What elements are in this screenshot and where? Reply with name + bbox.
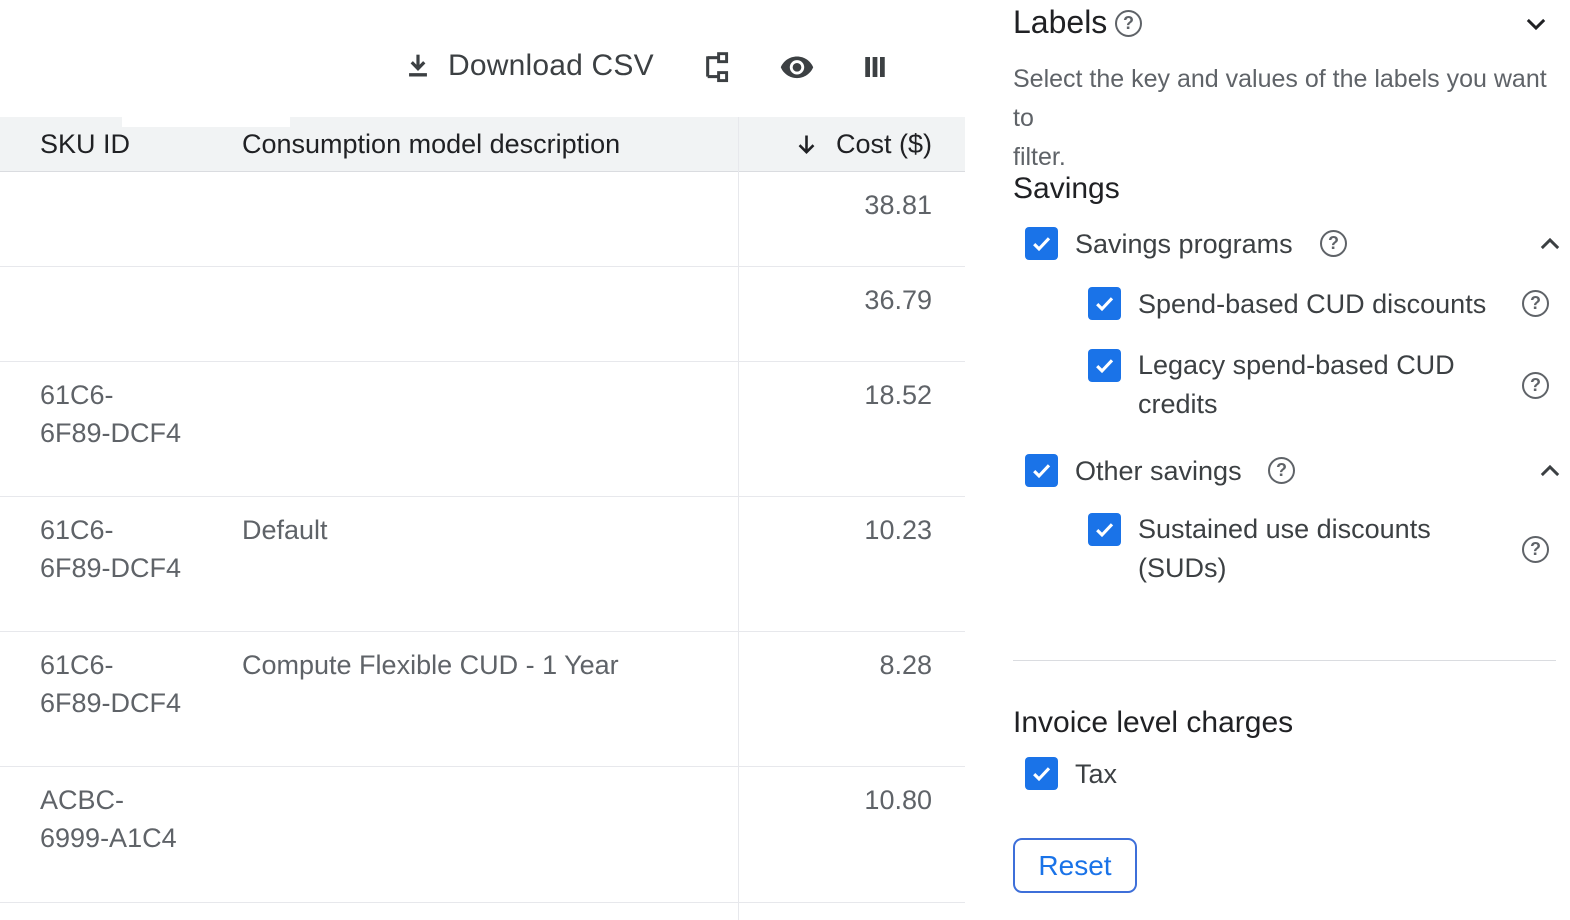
column-header-description[interactable]: Consumption model description xyxy=(242,117,620,171)
check-icon xyxy=(1029,458,1054,483)
table-row: 36.79 xyxy=(0,267,965,362)
other-savings-collapse-chevron-up-icon[interactable] xyxy=(1536,457,1564,485)
table-row: 61C6- 6F89-DCF4 18.52 xyxy=(0,362,965,497)
panel-divider xyxy=(1013,660,1556,661)
tax-checkbox[interactable] xyxy=(1025,757,1058,790)
savings-programs-checkbox[interactable] xyxy=(1025,227,1058,260)
other-savings-help-icon[interactable] xyxy=(1268,457,1295,484)
other-savings-label: Other savings xyxy=(1075,455,1242,488)
column-header-cost-label: Cost ($) xyxy=(836,117,932,171)
cost-cell: 38.81 xyxy=(864,186,932,224)
sku-id-cell: 61C6- 6F89-DCF4 xyxy=(40,511,181,587)
labels-subtitle: Select the key and values of the labels … xyxy=(1013,60,1553,177)
labels-collapse-chevron-down-icon[interactable] xyxy=(1522,10,1550,38)
table-row: 38.81 xyxy=(0,172,965,267)
visibility-icon xyxy=(779,49,815,85)
sku-id-cell: 61C6- 6F89-DCF4 xyxy=(40,376,181,452)
cost-cell: 10.80 xyxy=(864,781,932,819)
legacy-cud-credits-checkbox[interactable] xyxy=(1088,349,1121,382)
sku-id-cell: 61C6- 6F89-DCF4 xyxy=(40,646,181,722)
cost-table-section: Download CSV xyxy=(0,0,965,920)
description-cell: Compute Flexible CUD - 1 Year xyxy=(242,646,619,684)
reset-button[interactable]: Reset xyxy=(1013,838,1137,893)
labels-filter-panel: Labels Select the key and values of the … xyxy=(1013,0,1570,920)
check-icon xyxy=(1092,353,1117,378)
spend-based-cud-help-icon[interactable] xyxy=(1522,290,1549,317)
tax-label: Tax xyxy=(1075,758,1117,791)
sustained-use-discounts-checkbox[interactable] xyxy=(1088,513,1121,546)
savings-programs-collapse-chevron-up-icon[interactable] xyxy=(1536,230,1564,258)
table-body: 38.81 36.79 61C6- 6F89-DCF4 18.52 61C6- … xyxy=(0,172,965,920)
description-cell: Default xyxy=(242,511,328,549)
spend-based-cud-label: Spend-based CUD discounts xyxy=(1138,288,1486,321)
cost-column-divider xyxy=(738,117,739,920)
savings-programs-label: Savings programs xyxy=(1075,228,1293,261)
check-icon xyxy=(1029,231,1054,256)
column-display-button[interactable] xyxy=(852,44,898,90)
table-row: 61C6- 6F89-DCF4 Default 10.23 xyxy=(0,497,965,632)
table-row: 61C6- 6F89-DCF4 Compute Flexible CUD - 1… xyxy=(0,632,965,767)
invoice-level-charges-heading: Invoice level charges xyxy=(1013,706,1293,740)
spend-based-cud-checkbox[interactable] xyxy=(1088,287,1121,320)
redaction-patch xyxy=(122,110,290,127)
column-display-icon xyxy=(860,52,890,82)
labels-header: Labels xyxy=(1013,4,1556,44)
labels-title: Labels xyxy=(1013,4,1107,41)
labels-help-icon[interactable] xyxy=(1115,10,1142,37)
savings-heading: Savings xyxy=(1013,172,1120,206)
check-icon xyxy=(1092,517,1117,542)
check-icon xyxy=(1092,291,1117,316)
cost-cell: 18.52 xyxy=(864,376,932,414)
sku-id-cell: ACBC- 6999-A1C4 xyxy=(40,781,177,857)
download-csv-button[interactable]: Download CSV xyxy=(402,40,654,92)
legacy-cud-credits-label: Legacy spend-based CUD credits xyxy=(1138,346,1483,424)
legacy-cud-credits-help-icon[interactable] xyxy=(1522,372,1549,399)
download-icon xyxy=(402,50,434,82)
download-csv-label: Download CSV xyxy=(448,49,654,83)
cost-cell: 36.79 xyxy=(864,281,932,319)
table-row-partial xyxy=(0,903,965,920)
visibility-button[interactable] xyxy=(774,44,820,90)
sustained-use-discounts-help-icon[interactable] xyxy=(1522,536,1549,563)
savings-programs-help-icon[interactable] xyxy=(1320,230,1347,257)
table-row: ACBC- 6999-A1C4 10.80 xyxy=(0,767,965,903)
column-header-cost[interactable]: Cost ($) xyxy=(793,117,932,171)
sustained-use-discounts-label: Sustained use discounts (SUDs) xyxy=(1138,510,1483,588)
cost-cell: 8.28 xyxy=(879,646,932,684)
check-icon xyxy=(1029,761,1054,786)
column-header-sku-id[interactable]: SKU ID xyxy=(40,117,130,171)
other-savings-checkbox[interactable] xyxy=(1025,454,1058,487)
cost-cell: 10.23 xyxy=(864,511,932,549)
table-toolbar: Download CSV xyxy=(0,40,965,92)
sort-descending-icon xyxy=(793,131,820,158)
hierarchy-expand-button[interactable] xyxy=(694,44,740,90)
hierarchy-expand-icon xyxy=(701,51,733,83)
billing-report-screen: Download CSV xyxy=(0,0,1570,920)
